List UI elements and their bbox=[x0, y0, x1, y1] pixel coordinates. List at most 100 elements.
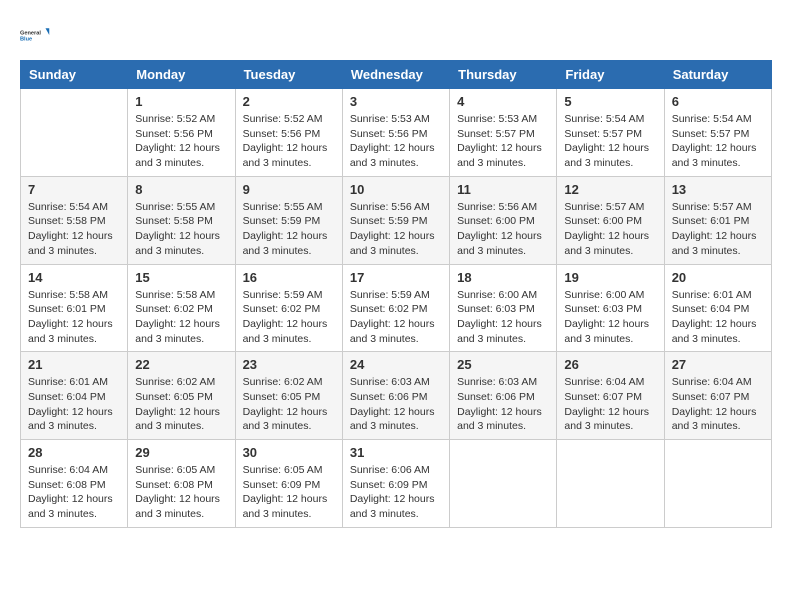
day-number: 9 bbox=[243, 182, 335, 197]
weekday-header-saturday: Saturday bbox=[664, 61, 771, 89]
day-info: Sunrise: 5:52 AMSunset: 5:56 PMDaylight:… bbox=[243, 112, 335, 171]
logo: GeneralBlue bbox=[20, 20, 50, 50]
day-number: 28 bbox=[28, 445, 120, 460]
day-number: 14 bbox=[28, 270, 120, 285]
day-info: Sunrise: 5:55 AMSunset: 5:58 PMDaylight:… bbox=[135, 200, 227, 259]
calendar-cell: 4Sunrise: 5:53 AMSunset: 5:57 PMDaylight… bbox=[450, 89, 557, 177]
calendar-cell: 16Sunrise: 5:59 AMSunset: 6:02 PMDayligh… bbox=[235, 264, 342, 352]
day-number: 5 bbox=[564, 94, 656, 109]
calendar-cell: 28 Sunrise: 6:04 AMSunset: 6:08 PMDayligh… bbox=[21, 440, 128, 528]
calendar-cell: 2 Sunrise: 5:52 AMSunset: 5:56 PMDaylight… bbox=[235, 89, 342, 177]
calendar-cell bbox=[557, 440, 664, 528]
calendar-cell: 15 Sunrise: 5:58 AMSunset: 6:02 PMDayligh… bbox=[128, 264, 235, 352]
day-number: 16 bbox=[243, 270, 335, 285]
calendar-cell bbox=[664, 440, 771, 528]
day-number: 21 bbox=[28, 357, 120, 372]
page-header: GeneralBlue bbox=[20, 20, 772, 50]
calendar-cell: 11 Sunrise: 5:56 AMSunset: 6:00 PMDayligh… bbox=[450, 176, 557, 264]
day-number: 25 bbox=[457, 357, 549, 372]
weekday-header-wednesday: Wednesday bbox=[342, 61, 449, 89]
day-number: 26 bbox=[564, 357, 656, 372]
calendar-week-row: 1 Sunrise: 5:52 AMSunset: 5:56 PMDaylight… bbox=[21, 89, 772, 177]
day-number: 29 bbox=[135, 445, 227, 460]
day-number: 3 bbox=[350, 94, 442, 109]
day-number: 31 bbox=[350, 445, 442, 460]
day-number: 18 bbox=[457, 270, 549, 285]
day-info: Sunrise: 6:00 AMSunset: 6:03 PMDaylight:… bbox=[564, 288, 656, 347]
weekday-header-monday: Monday bbox=[128, 61, 235, 89]
day-info: Sunrise: 5:55 AMSunset: 5:59 PMDaylight:… bbox=[243, 200, 335, 259]
calendar-cell: 1 Sunrise: 5:52 AMSunset: 5:56 PMDaylight… bbox=[128, 89, 235, 177]
day-number: 8 bbox=[135, 182, 227, 197]
day-info: Sunrise: 6:01 AMSunset: 6:04 PMDaylight:… bbox=[28, 375, 120, 434]
day-info: Sunrise: 6:04 AMSunset: 6:08 PMDaylight:… bbox=[28, 463, 120, 522]
day-number: 1 bbox=[135, 94, 227, 109]
calendar-week-row: 7 Sunrise: 5:54 AMSunset: 5:58 PMDaylight… bbox=[21, 176, 772, 264]
day-info: Sunrise: 6:06 AMSunset: 6:09 PMDaylight:… bbox=[350, 463, 442, 522]
calendar-cell: 17Sunrise: 5:59 AMSunset: 6:02 PMDayligh… bbox=[342, 264, 449, 352]
day-info: Sunrise: 5:54 AMSunset: 5:57 PMDaylight:… bbox=[564, 112, 656, 171]
day-number: 10 bbox=[350, 182, 442, 197]
calendar-week-row: 28 Sunrise: 6:04 AMSunset: 6:08 PMDayligh… bbox=[21, 440, 772, 528]
day-number: 22 bbox=[135, 357, 227, 372]
day-number: 24 bbox=[350, 357, 442, 372]
calendar-cell: 31 Sunrise: 6:06 AMSunset: 6:09 PMDayligh… bbox=[342, 440, 449, 528]
calendar-cell: 22 Sunrise: 6:02 AMSunset: 6:05 PMDayligh… bbox=[128, 352, 235, 440]
weekday-header-thursday: Thursday bbox=[450, 61, 557, 89]
day-number: 7 bbox=[28, 182, 120, 197]
calendar-cell: 21 Sunrise: 6:01 AMSunset: 6:04 PMDayligh… bbox=[21, 352, 128, 440]
day-info: Sunrise: 6:03 AMSunset: 6:06 PMDaylight:… bbox=[457, 375, 549, 434]
calendar-cell bbox=[21, 89, 128, 177]
calendar-cell: 29 Sunrise: 6:05 AMSunset: 6:08 PMDayligh… bbox=[128, 440, 235, 528]
day-info: Sunrise: 5:54 AMSunset: 5:58 PMDaylight:… bbox=[28, 200, 120, 259]
day-info: Sunrise: 5:56 AMSunset: 6:00 PMDaylight:… bbox=[457, 200, 549, 259]
day-info: Sunrise: 6:03 AMSunset: 6:06 PMDaylight:… bbox=[350, 375, 442, 434]
calendar-cell: 13 Sunrise: 5:57 AMSunset: 6:01 PMDayligh… bbox=[664, 176, 771, 264]
day-info: Sunrise: 6:00 AMSunset: 6:03 PMDaylight:… bbox=[457, 288, 549, 347]
calendar-cell: 23 Sunrise: 6:02 AMSunset: 6:05 PMDayligh… bbox=[235, 352, 342, 440]
day-info: Sunrise: 5:59 AMSunset: 6:02 PMDaylight:… bbox=[350, 288, 442, 347]
day-info: Sunrise: 5:56 AMSunset: 5:59 PMDaylight:… bbox=[350, 200, 442, 259]
calendar-cell: 6Sunrise: 5:54 AMSunset: 5:57 PMDaylight… bbox=[664, 89, 771, 177]
calendar-cell: 24 Sunrise: 6:03 AMSunset: 6:06 PMDayligh… bbox=[342, 352, 449, 440]
calendar-cell: 3 Sunrise: 5:53 AMSunset: 5:56 PMDaylight… bbox=[342, 89, 449, 177]
calendar-cell: 19Sunrise: 6:00 AMSunset: 6:03 PMDayligh… bbox=[557, 264, 664, 352]
weekday-header-friday: Friday bbox=[557, 61, 664, 89]
day-number: 15 bbox=[135, 270, 227, 285]
day-info: Sunrise: 6:02 AMSunset: 6:05 PMDaylight:… bbox=[135, 375, 227, 434]
day-number: 27 bbox=[672, 357, 764, 372]
day-info: Sunrise: 5:57 AMSunset: 6:01 PMDaylight:… bbox=[672, 200, 764, 259]
day-info: Sunrise: 6:04 AMSunset: 6:07 PMDaylight:… bbox=[564, 375, 656, 434]
day-number: 12 bbox=[564, 182, 656, 197]
day-info: Sunrise: 6:02 AMSunset: 6:05 PMDaylight:… bbox=[243, 375, 335, 434]
day-info: Sunrise: 6:04 AMSunset: 6:07 PMDaylight:… bbox=[672, 375, 764, 434]
calendar-cell: 26 Sunrise: 6:04 AMSunset: 6:07 PMDayligh… bbox=[557, 352, 664, 440]
calendar-cell: 12 Sunrise: 5:57 AMSunset: 6:00 PMDayligh… bbox=[557, 176, 664, 264]
day-number: 4 bbox=[457, 94, 549, 109]
calendar-cell: 25 Sunrise: 6:03 AMSunset: 6:06 PMDayligh… bbox=[450, 352, 557, 440]
day-number: 13 bbox=[672, 182, 764, 197]
weekday-header-tuesday: Tuesday bbox=[235, 61, 342, 89]
day-info: Sunrise: 5:52 AMSunset: 5:56 PMDaylight:… bbox=[135, 112, 227, 171]
day-number: 20 bbox=[672, 270, 764, 285]
day-number: 11 bbox=[457, 182, 549, 197]
day-info: Sunrise: 6:05 AMSunset: 6:08 PMDaylight:… bbox=[135, 463, 227, 522]
svg-text:Blue: Blue bbox=[20, 37, 32, 43]
calendar-week-row: 14 Sunrise: 5:58 AMSunset: 6:01 PMDayligh… bbox=[21, 264, 772, 352]
calendar-cell: 10 Sunrise: 5:56 AMSunset: 5:59 PMDayligh… bbox=[342, 176, 449, 264]
day-info: Sunrise: 5:58 AMSunset: 6:02 PMDaylight:… bbox=[135, 288, 227, 347]
logo-icon: GeneralBlue bbox=[20, 20, 50, 50]
day-info: Sunrise: 5:57 AMSunset: 6:00 PMDaylight:… bbox=[564, 200, 656, 259]
day-number: 23 bbox=[243, 357, 335, 372]
calendar-cell: 9 Sunrise: 5:55 AMSunset: 5:59 PMDaylight… bbox=[235, 176, 342, 264]
day-number: 2 bbox=[243, 94, 335, 109]
svg-text:General: General bbox=[20, 30, 41, 36]
calendar-cell: 5 Sunrise: 5:54 AMSunset: 5:57 PMDaylight… bbox=[557, 89, 664, 177]
calendar-table: SundayMondayTuesdayWednesdayThursdayFrid… bbox=[20, 60, 772, 528]
calendar-week-row: 21 Sunrise: 6:01 AMSunset: 6:04 PMDayligh… bbox=[21, 352, 772, 440]
day-info: Sunrise: 5:58 AMSunset: 6:01 PMDaylight:… bbox=[28, 288, 120, 347]
day-info: Sunrise: 5:53 AMSunset: 5:56 PMDaylight:… bbox=[350, 112, 442, 171]
calendar-cell: 30Sunrise: 6:05 AMSunset: 6:09 PMDayligh… bbox=[235, 440, 342, 528]
day-number: 30 bbox=[243, 445, 335, 460]
weekday-header-row: SundayMondayTuesdayWednesdayThursdayFrid… bbox=[21, 61, 772, 89]
